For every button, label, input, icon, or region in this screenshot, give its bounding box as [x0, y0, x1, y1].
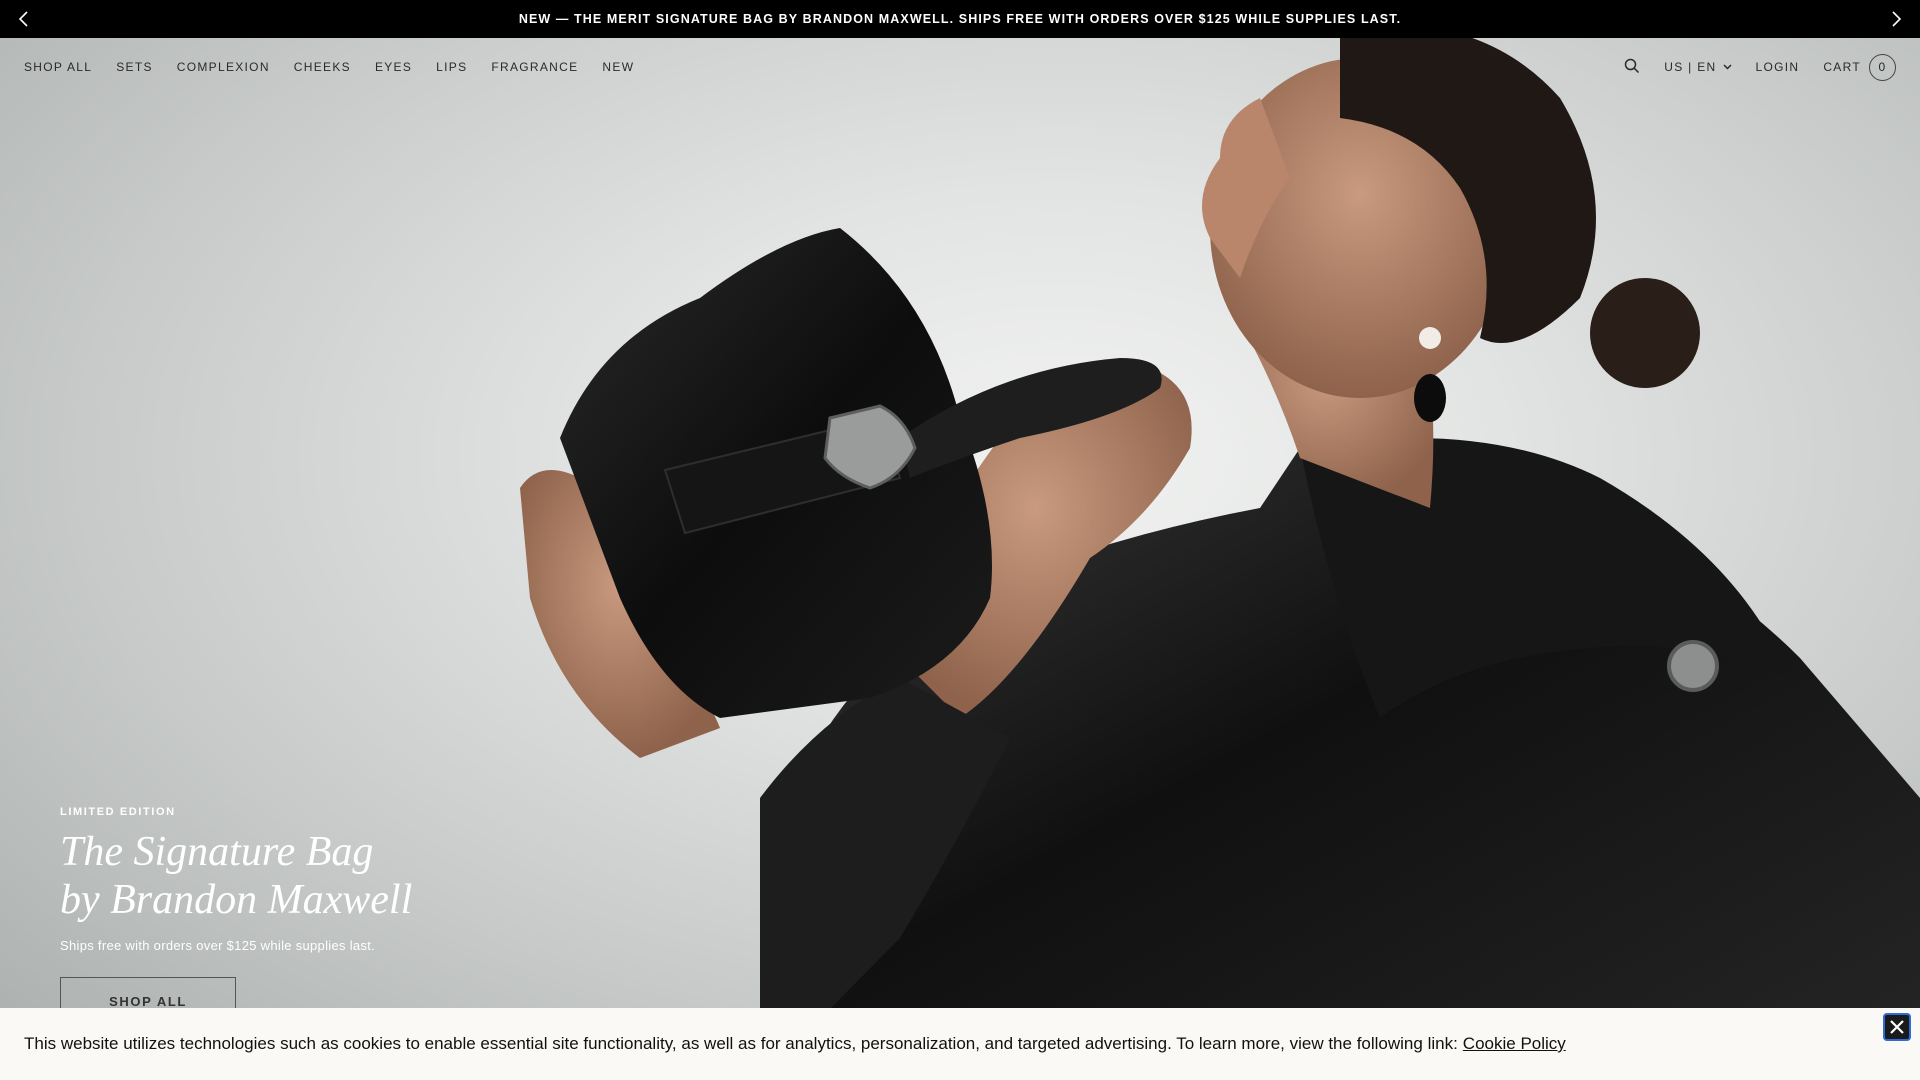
nav-links: SHOP ALL SETS COMPLEXION CHEEKS EYES LIP…	[24, 60, 658, 74]
cookie-policy-link[interactable]: Cookie Policy	[1463, 1034, 1566, 1054]
cookie-banner: This website utilizes technologies such …	[0, 1008, 1920, 1080]
login-link[interactable]: LOGIN	[1756, 60, 1800, 74]
main-nav: SHOP ALL SETS COMPLEXION CHEEKS EYES LIP…	[0, 38, 1920, 96]
hero-copy: LIMITED EDITION The Signature Bag by Bra…	[60, 806, 412, 1025]
hero-title: The Signature Bag by Brandon Maxwell	[60, 828, 412, 924]
search-icon[interactable]	[1624, 58, 1640, 77]
chevron-down-icon	[1722, 64, 1732, 70]
locale-label: US | EN	[1664, 60, 1717, 74]
close-cookie-button[interactable]	[1883, 1013, 1911, 1041]
nav-item-eyes[interactable]: EYES	[375, 60, 412, 74]
nav-item-cheeks[interactable]: CHEEKS	[294, 60, 351, 74]
nav-item-sets[interactable]: SETS	[116, 60, 153, 74]
cart-button[interactable]: CART 0	[1823, 53, 1896, 81]
chevron-left-icon[interactable]	[12, 7, 36, 31]
hero-subtitle: Ships free with orders over $125 while s…	[60, 938, 376, 953]
hero-eyebrow: LIMITED EDITION	[60, 806, 176, 818]
locale-selector[interactable]: US | EN	[1664, 60, 1732, 74]
close-icon	[1890, 1020, 1904, 1034]
cart-count-badge: 0	[1869, 53, 1896, 81]
nav-item-shop-all[interactable]: SHOP ALL	[24, 60, 92, 74]
announcement-text: NEW — THE MERIT SIGNATURE BAG BY BRANDON…	[518, 12, 1402, 26]
announcement-message: NEW — THE MERIT SIGNATURE BAG BY BRANDON…	[519, 12, 1401, 26]
announcement-bar: NEW — THE MERIT SIGNATURE BAG BY BRANDON…	[0, 0, 1920, 38]
nav-utilities: US | EN LOGIN CART 0	[1600, 53, 1896, 81]
nav-item-fragrance[interactable]: FRAGRANCE	[491, 60, 578, 74]
cookie-text: This website utilizes technologies such …	[24, 1034, 1458, 1053]
hero-title-line-1: The Signature Bag	[60, 829, 374, 875]
cart-label: CART	[1823, 60, 1861, 74]
hero-title-line-2: by Brandon Maxwell	[60, 877, 413, 923]
chevron-right-icon[interactable]	[1884, 7, 1908, 31]
nav-item-lips[interactable]: LIPS	[436, 60, 467, 74]
nav-item-complexion[interactable]: COMPLEXION	[177, 60, 270, 74]
nav-item-new[interactable]: NEW	[602, 60, 634, 74]
